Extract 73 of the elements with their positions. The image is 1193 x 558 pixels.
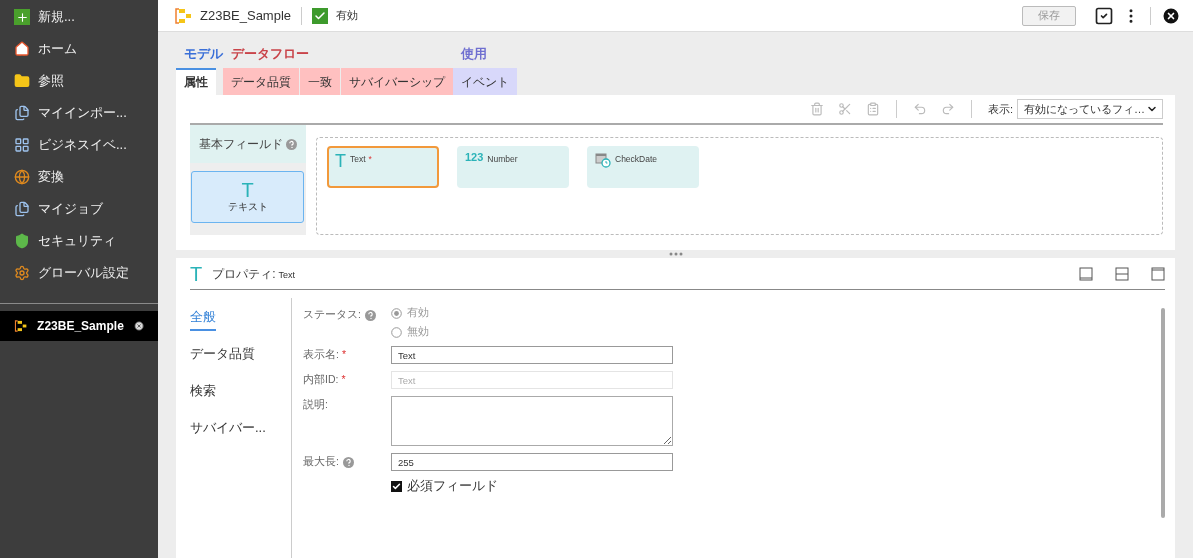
properties-nav-item[interactable]: サバイバー... <box>190 419 266 442</box>
properties-title: プロパティ: Text <box>212 266 296 283</box>
redo-icon[interactable] <box>940 102 955 116</box>
asset-title: Z23BE_Sample <box>200 8 292 23</box>
layout-icon[interactable] <box>1151 266 1165 281</box>
tab[interactable]: イベント <box>453 68 517 95</box>
text-input[interactable]: 255 <box>391 453 673 471</box>
field-label: 説明: <box>303 398 328 412</box>
sidebar-item[interactable]: マイインポー... <box>0 97 158 129</box>
sidebar-item[interactable]: 新規... <box>0 1 158 33</box>
checkbox-label: 必須フィールド <box>407 478 498 495</box>
text-type-icon: T <box>190 263 203 284</box>
checkbox[interactable] <box>391 481 402 492</box>
properties-nav-item[interactable]: 全般 <box>190 308 216 331</box>
delete-icon[interactable] <box>809 102 824 116</box>
globe-icon <box>14 169 30 185</box>
layout-icon[interactable] <box>1079 266 1093 281</box>
paste-icon[interactable] <box>865 102 880 116</box>
files-icon <box>14 201 30 217</box>
tab[interactable]: 一致 <box>300 68 340 95</box>
files-icon <box>14 105 30 121</box>
field-label: 内部ID: * <box>303 373 346 387</box>
text-input[interactable]: Text <box>391 346 673 364</box>
tab-group-label: モデル <box>183 46 223 63</box>
field-label: ステータス: <box>303 308 361 322</box>
calendar-clock-icon <box>595 152 611 168</box>
tab-group-label: データフロー <box>230 46 310 63</box>
sidebar-item[interactable]: マイジョブ <box>0 193 158 225</box>
plus-icon <box>14 9 30 25</box>
grid-icon <box>14 137 30 153</box>
palette-title: 基本フィールド <box>199 135 283 153</box>
field-card[interactable]: 123 Number <box>457 146 569 188</box>
field-label: 最大長: <box>303 455 339 469</box>
home-icon <box>14 41 30 57</box>
validate-icon[interactable] <box>1094 5 1114 26</box>
status-text: 有効 <box>336 8 359 23</box>
field-label: 表示名: * <box>303 348 346 362</box>
sidebar-item[interactable]: ビジネスイベ... <box>0 129 158 161</box>
layout-icon[interactable] <box>1115 266 1129 281</box>
tab[interactable]: 属性 <box>176 68 216 95</box>
palette-item[interactable]: T テキスト <box>191 171 304 223</box>
display-label: 表示: <box>987 101 1013 117</box>
close-icon[interactable] <box>1161 5 1181 26</box>
sidebar-item[interactable]: 変換 <box>0 161 158 193</box>
folder-icon <box>14 73 30 89</box>
field-card[interactable]: CheckDate <box>587 146 699 188</box>
help-icon <box>286 138 297 150</box>
sidebar-item[interactable]: ホーム <box>0 33 158 65</box>
sidebar-item[interactable]: 参照 <box>0 65 158 97</box>
properties-nav-item[interactable]: データ品質 <box>190 345 255 368</box>
shield-icon <box>14 233 30 249</box>
text-type-icon: T <box>335 152 346 170</box>
tab-group-label: 使用 <box>459 46 488 63</box>
logo-icon <box>174 7 192 24</box>
settings-icon <box>14 265 30 281</box>
sidebar-item[interactable]: セキュリティ <box>0 225 158 257</box>
radio-label: 有効 <box>407 306 429 320</box>
scrollbar[interactable] <box>1161 308 1165 518</box>
logo-icon <box>14 318 28 334</box>
close-icon[interactable] <box>133 319 144 333</box>
open-asset-tab[interactable]: Z23BE_Sample <box>0 311 158 341</box>
undo-icon[interactable] <box>912 102 927 116</box>
field-card[interactable]: T Text * <box>327 146 439 188</box>
description-input[interactable] <box>391 396 673 446</box>
cut-icon[interactable] <box>837 102 852 116</box>
sidebar-item[interactable]: グローバル設定 <box>0 257 158 289</box>
display-select[interactable]: 有効になっているフィ… <box>1017 99 1163 119</box>
tab[interactable]: サバイバーシップ <box>341 68 453 95</box>
tab[interactable]: データ品質 <box>223 68 299 95</box>
splitter-handle-icon[interactable] <box>668 252 683 256</box>
properties-nav-item[interactable]: 検索 <box>190 382 216 405</box>
radio-label: 無効 <box>407 325 429 339</box>
number-type-icon: 123 <box>465 152 484 163</box>
